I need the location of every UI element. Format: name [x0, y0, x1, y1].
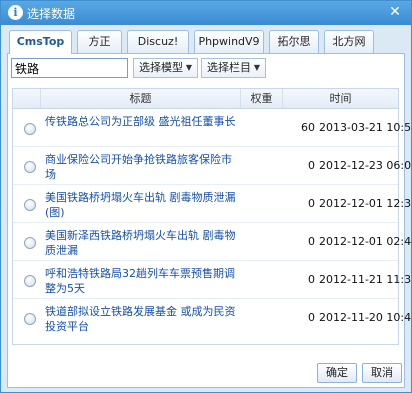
tab-trs[interactable]: 拓尔思 — [269, 30, 319, 53]
row-time: 2012-11-21 11:38 — [319, 273, 412, 286]
chevron-down-icon: ▼ — [253, 63, 260, 72]
row-time: 2012-12-23 06:02 — [319, 159, 412, 172]
row-radio[interactable] — [24, 275, 36, 287]
select-column-header — [13, 89, 41, 109]
column-select-label: 选择栏目 — [207, 61, 251, 74]
row-radio[interactable] — [24, 313, 36, 325]
row-title[interactable]: 呼和浩特铁路局32趟列车车票预售期调整为5天 — [45, 266, 240, 296]
table-row[interactable]: 美国新泽西铁路桥坍塌火车出轨 剧毒物质泄漏 0 2012-12-01 02:44 — [13, 224, 412, 261]
table-row[interactable]: 传铁路总公司为正部级 盛光祖任董事长 60 2013-03-21 10:57 — [13, 110, 412, 147]
time-column-header[interactable]: 时间 — [283, 89, 398, 109]
row-time: 2013-03-21 10:57 — [319, 121, 412, 134]
row-title[interactable]: 铁道部拟设立铁路发展基金 或成为民资投资平台 — [45, 304, 240, 334]
row-title[interactable]: 美国铁路桥坍塌火车出轨 剧毒物质泄漏(图) — [45, 190, 240, 220]
search-input[interactable] — [11, 58, 128, 78]
row-time: 2012-12-01 02:44 — [319, 235, 412, 248]
row-radio[interactable] — [24, 199, 36, 211]
tab-phpwindv9[interactable]: PhpwindV9 — [194, 30, 264, 53]
row-weight: 60 — [301, 121, 315, 134]
select-data-dialog: i 选择数据 ✕ CmsTop 方正 Discuz! PhpwindV9 拓尔思… — [0, 0, 412, 393]
table-row[interactable]: 美国铁路桥坍塌火车出轨 剧毒物质泄漏(图) 0 2012-12-01 12:38 — [13, 186, 412, 223]
row-weight: 0 — [308, 273, 315, 286]
row-time: 2012-11-20 10:42 — [319, 311, 412, 324]
close-button[interactable]: ✕ — [387, 4, 403, 20]
row-radio[interactable] — [24, 123, 36, 135]
tab-content-panel: 选择模型 ▼ 选择栏目 ▼ 标题 权重 时间 传铁路总公司为正部级 盛光祖任董事… — [7, 54, 412, 388]
row-title[interactable]: 传铁路总公司为正部级 盛光祖任董事长 — [45, 114, 240, 144]
model-select[interactable]: 选择模型 ▼ — [133, 58, 198, 78]
column-select[interactable]: 选择栏目 ▼ — [201, 58, 266, 78]
row-weight: 0 — [308, 159, 315, 172]
confirm-button[interactable]: 确定 — [317, 363, 357, 383]
row-title[interactable]: 美国新泽西铁路桥坍塌火车出轨 剧毒物质泄漏 — [45, 228, 240, 258]
row-radio[interactable] — [24, 161, 36, 173]
results-table: 标题 权重 时间 传铁路总公司为正部级 盛光祖任董事长 60 2013-03-2… — [12, 88, 412, 345]
info-icon: i — [8, 5, 23, 20]
tab-enorth[interactable]: 北方网 — [324, 30, 374, 53]
table-row[interactable]: 商业保险公司开始争抢铁路旅客保险市场 0 2012-12-23 06:02 — [13, 148, 412, 185]
table-row[interactable]: 铁道部拟设立铁路发展基金 或成为民资投资平台 0 2012-11-20 10:4… — [13, 300, 412, 337]
row-radio[interactable] — [24, 237, 36, 249]
row-weight: 0 — [308, 235, 315, 248]
row-title[interactable]: 商业保险公司开始争抢铁路旅客保险市场 — [45, 152, 240, 182]
dialog-titlebar[interactable]: i 选择数据 ✕ — [1, 1, 411, 25]
weight-column-header[interactable]: 权重 — [241, 89, 283, 109]
tab-cmstop[interactable]: CmsTop — [9, 30, 72, 54]
row-weight: 0 — [308, 311, 315, 324]
chevron-down-icon: ▼ — [185, 63, 192, 72]
model-select-label: 选择模型 — [139, 61, 183, 74]
table-header: 标题 权重 时间 — [13, 89, 398, 109]
source-tabs: CmsTop 方正 Discuz! PhpwindV9 拓尔思 北方网 — [9, 30, 404, 54]
title-column-header[interactable]: 标题 — [41, 89, 241, 109]
tab-fangzheng[interactable]: 方正 — [77, 30, 122, 53]
tab-discuz[interactable]: Discuz! — [127, 30, 189, 53]
row-time: 2012-12-01 12:38 — [319, 197, 412, 210]
dialog-title: 选择数据 — [27, 7, 76, 21]
table-row[interactable]: 呼和浩特铁路局32趟列车车票预售期调整为5天 0 2012-11-21 11:3… — [13, 262, 412, 299]
cancel-button[interactable]: 取消 — [362, 363, 402, 383]
row-weight: 0 — [308, 197, 315, 210]
